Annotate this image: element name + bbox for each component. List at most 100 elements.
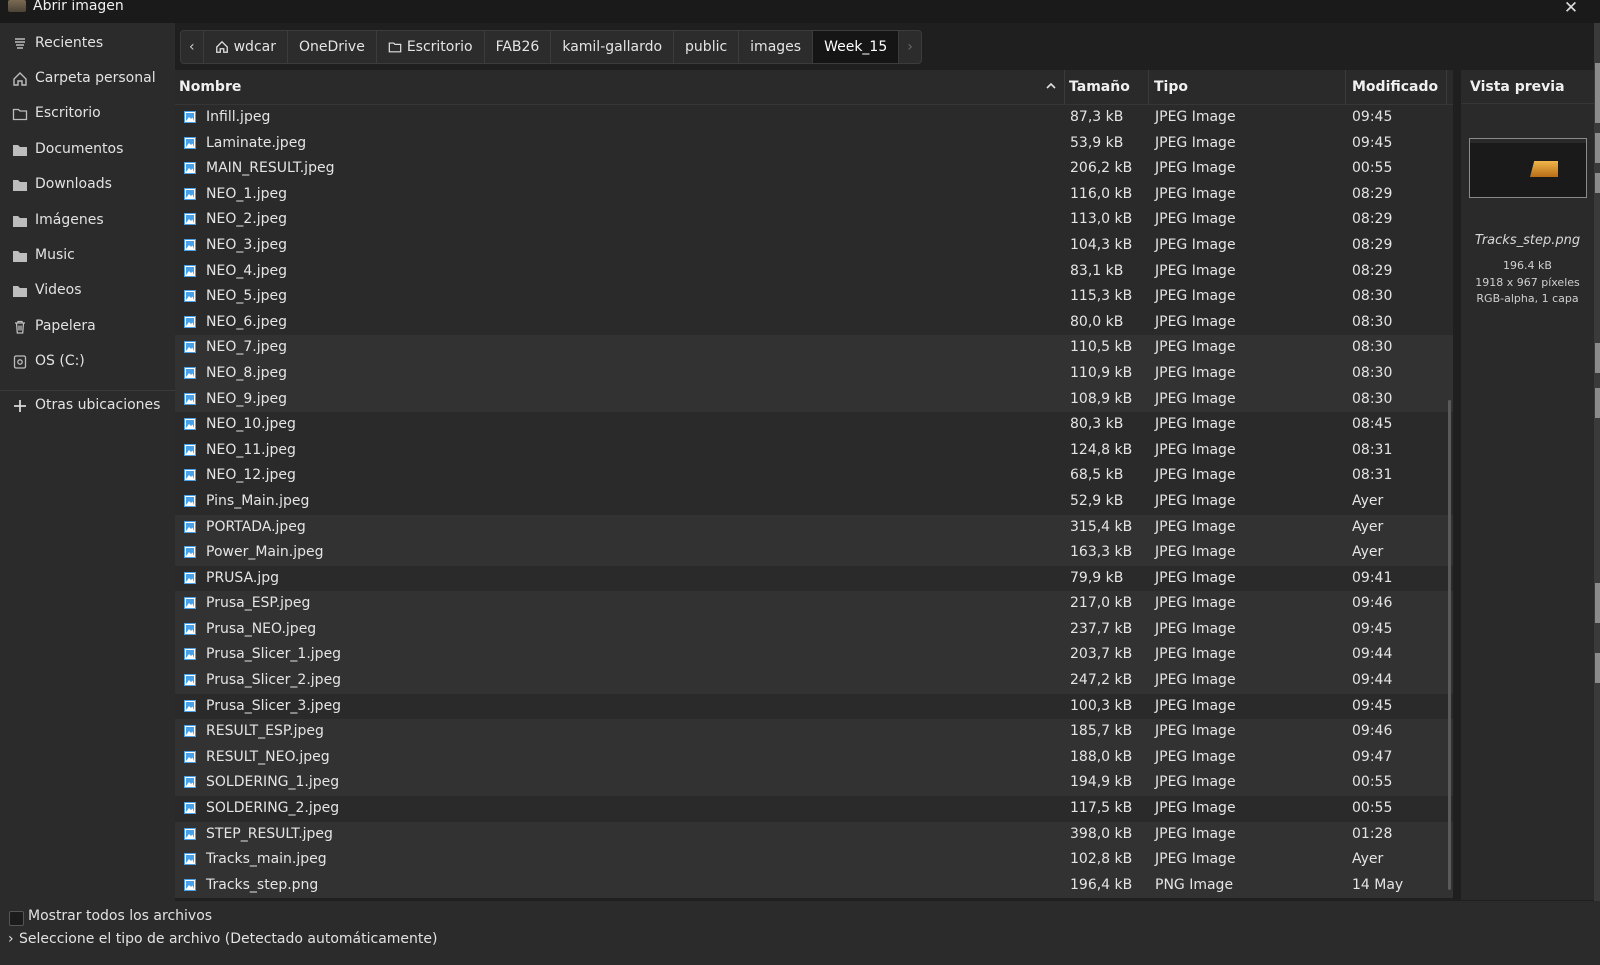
file-modified: 01:28 <box>1352 825 1393 842</box>
sidebar-item-videos[interactable]: Videos <box>0 276 175 306</box>
file-row[interactable]: Prusa_Slicer_1.jpeg 203,7 kB JPEG Image 09:… <box>175 642 1453 669</box>
column-header-name[interactable]: Nombre <box>179 70 241 104</box>
file-row[interactable]: Tracks_step.png 196,4 kB PNG Image 14 May <box>175 872 1453 899</box>
column-divider[interactable] <box>1345 70 1346 104</box>
file-modified: 09:41 <box>1352 569 1393 586</box>
breadcrumb-week-15[interactable]: Week_15 <box>813 31 900 63</box>
breadcrumb-fab26[interactable]: FAB26 <box>485 31 552 63</box>
breadcrumb-escritorio[interactable]: Escritorio <box>377 31 485 63</box>
folder-outline-icon <box>12 108 28 121</box>
file-modified: Ayer <box>1352 492 1384 509</box>
image-file-icon <box>184 238 196 251</box>
file-row[interactable]: SOLDERING_1.jpeg 194,9 kB JPEG Image 00:55 <box>175 770 1453 797</box>
sidebar-item-carpeta-personal[interactable]: Carpeta personal <box>0 64 175 94</box>
close-button[interactable]: ✕ <box>1558 0 1584 20</box>
path-forward-button[interactable]: › <box>899 31 921 63</box>
breadcrumb-public[interactable]: public <box>674 31 740 63</box>
column-header-modified[interactable]: Modificado <box>1352 70 1438 104</box>
sidebar-item-papelera[interactable]: Papelera <box>0 312 175 342</box>
file-row[interactable]: MAIN_RESULT.jpeg 206,2 kB JPEG Image 00:55 <box>175 156 1453 182</box>
file-row[interactable]: RESULT_NEO.jpeg 188,0 kB JPEG Image 09:47 <box>175 744 1453 771</box>
file-row[interactable]: Prusa_ESP.jpeg 217,0 kB JPEG Image 09:46 <box>175 591 1453 617</box>
file-modified: 08:30 <box>1352 364 1393 381</box>
file-row[interactable]: PRUSA.jpg 79,9 kB JPEG Image 09:41 <box>175 565 1453 592</box>
file-row[interactable]: NEO_6.jpeg 80,0 kB JPEG Image 08:30 <box>175 309 1453 336</box>
file-row[interactable]: STEP_RESULT.jpeg 398,0 kB JPEG Image 01:28 <box>175 821 1453 848</box>
file-row[interactable]: NEO_10.jpeg 80,3 kB JPEG Image 08:45 <box>175 412 1453 438</box>
column-divider[interactable] <box>1446 70 1447 104</box>
image-file-icon <box>184 571 196 584</box>
image-file-icon <box>184 469 196 482</box>
image-file-icon <box>184 725 196 738</box>
sidebar-item-downloads[interactable]: Downloads <box>0 170 175 200</box>
file-row[interactable]: Infill.jpeg 87,3 kB JPEG Image 09:45 <box>175 105 1453 131</box>
file-row[interactable]: Pins_Main.jpeg 52,9 kB JPEG Image Ayer <box>175 488 1453 515</box>
path-back-button[interactable]: ‹ <box>181 31 204 63</box>
file-size: 163,3 kB <box>1070 544 1133 561</box>
file-rows: Infill.jpeg 87,3 kB JPEG Image 09:45 Laminat… <box>175 105 1453 899</box>
file-name: Laminate.jpeg <box>206 134 307 151</box>
file-row[interactable]: NEO_5.jpeg 115,3 kB JPEG Image 08:30 <box>175 284 1453 310</box>
file-row[interactable]: NEO_11.jpeg 124,8 kB JPEG Image 08:31 <box>175 437 1453 464</box>
sidebar-item-os-c[interactable]: OS (C:) <box>0 347 175 377</box>
file-row[interactable]: NEO_7.jpeg 110,5 kB JPEG Image 08:30 <box>175 335 1453 361</box>
breadcrumb-label: Week_15 <box>824 39 888 55</box>
file-row[interactable]: PORTADA.jpeg 315,4 kB JPEG Image Ayer <box>175 514 1453 541</box>
sidebar-item-imagenes[interactable]: Imágenes <box>0 206 175 236</box>
file-row[interactable]: Tracks_main.jpeg 102,8 kB JPEG Image Ayer <box>175 847 1453 873</box>
sidebar-item-recientes[interactable]: Recientes <box>0 29 175 59</box>
file-size: 217,0 kB <box>1070 595 1133 612</box>
file-type-expander[interactable]: › Seleccione el tipo de archivo (Detectad… <box>8 931 437 947</box>
column-divider[interactable] <box>1148 70 1149 104</box>
file-size: 108,9 kB <box>1070 390 1133 407</box>
file-row[interactable]: NEO_1.jpeg 116,0 kB JPEG Image 08:29 <box>175 181 1453 208</box>
file-row[interactable]: NEO_8.jpeg 110,9 kB JPEG Image 08:30 <box>175 360 1453 387</box>
column-divider[interactable] <box>1064 70 1065 104</box>
file-row[interactable]: Prusa_NEO.jpeg 237,7 kB JPEG Image 09:45 <box>175 616 1453 643</box>
breadcrumb-images[interactable]: images <box>739 31 814 63</box>
file-name: RESULT_NEO.jpeg <box>206 748 330 765</box>
breadcrumb-onedrive[interactable]: OneDrive <box>288 31 377 63</box>
image-file-icon <box>184 443 196 456</box>
sidebar-item-label: Music <box>35 247 75 263</box>
show-all-files-checkbox[interactable] <box>9 911 24 926</box>
sidebar-item-escritorio[interactable]: Escritorio <box>0 99 175 129</box>
file-type: JPEG Image <box>1155 825 1236 842</box>
file-name: NEO_3.jpeg <box>206 236 287 253</box>
file-size: 104,3 kB <box>1070 236 1133 253</box>
file-type: JPEG Image <box>1155 339 1236 356</box>
sort-ascending-icon[interactable] <box>1045 80 1057 92</box>
sidebar-item-label: Documentos <box>35 141 124 157</box>
file-row[interactable]: NEO_9.jpeg 108,9 kB JPEG Image 08:30 <box>175 386 1453 413</box>
folder-icon <box>13 180 27 191</box>
sidebar-item-documentos[interactable]: Documentos <box>0 135 175 165</box>
file-modified: 14 May <box>1352 876 1404 893</box>
file-size: 80,0 kB <box>1070 313 1124 330</box>
file-row[interactable]: Prusa_Slicer_3.jpeg 100,3 kB JPEG Image 09:… <box>175 693 1453 720</box>
show-all-files-label[interactable]: Mostrar todos los archivos <box>28 908 212 924</box>
image-file-icon <box>184 315 196 328</box>
file-row[interactable]: Laminate.jpeg 53,9 kB JPEG Image 09:45 <box>175 130 1453 157</box>
file-size: 194,9 kB <box>1070 774 1133 791</box>
breadcrumb-kamil-gallardo[interactable]: kamil-gallardo <box>551 31 675 63</box>
image-file-icon <box>184 392 196 405</box>
file-row[interactable]: SOLDERING_2.jpeg 117,5 kB JPEG Image 00:55 <box>175 796 1453 822</box>
file-row[interactable]: NEO_4.jpeg 83,1 kB JPEG Image 08:29 <box>175 258 1453 285</box>
file-size: 115,3 kB <box>1070 288 1133 305</box>
vertical-scrollbar[interactable] <box>1448 400 1451 890</box>
file-row[interactable]: RESULT_ESP.jpeg 185,7 kB JPEG Image 09:46 <box>175 719 1453 745</box>
file-row[interactable]: NEO_12.jpeg 68,5 kB JPEG Image 08:31 <box>175 463 1453 489</box>
sidebar-item-music[interactable]: Music <box>0 241 175 271</box>
file-row[interactable]: Power_Main.jpeg 163,3 kB JPEG Image Ayer <box>175 540 1453 566</box>
image-file-icon <box>184 750 196 763</box>
file-row[interactable]: NEO_2.jpeg 113,0 kB JPEG Image 08:29 <box>175 207 1453 233</box>
file-size: 117,5 kB <box>1070 800 1133 817</box>
breadcrumb-wdcar[interactable]: wdcar <box>204 31 288 63</box>
file-row[interactable]: Prusa_Slicer_2.jpeg 247,2 kB JPEG Image 09:… <box>175 668 1453 694</box>
file-row[interactable]: NEO_3.jpeg 104,3 kB JPEG Image 08:29 <box>175 232 1453 259</box>
file-modified: Ayer <box>1352 544 1384 561</box>
file-type: JPEG Image <box>1155 697 1236 714</box>
sidebar-item-otras-ubicaciones[interactable]: Otras ubicaciones <box>0 391 175 421</box>
column-header-size[interactable]: Tamaño <box>1069 70 1130 104</box>
column-header-type[interactable]: Tipo <box>1154 70 1188 104</box>
